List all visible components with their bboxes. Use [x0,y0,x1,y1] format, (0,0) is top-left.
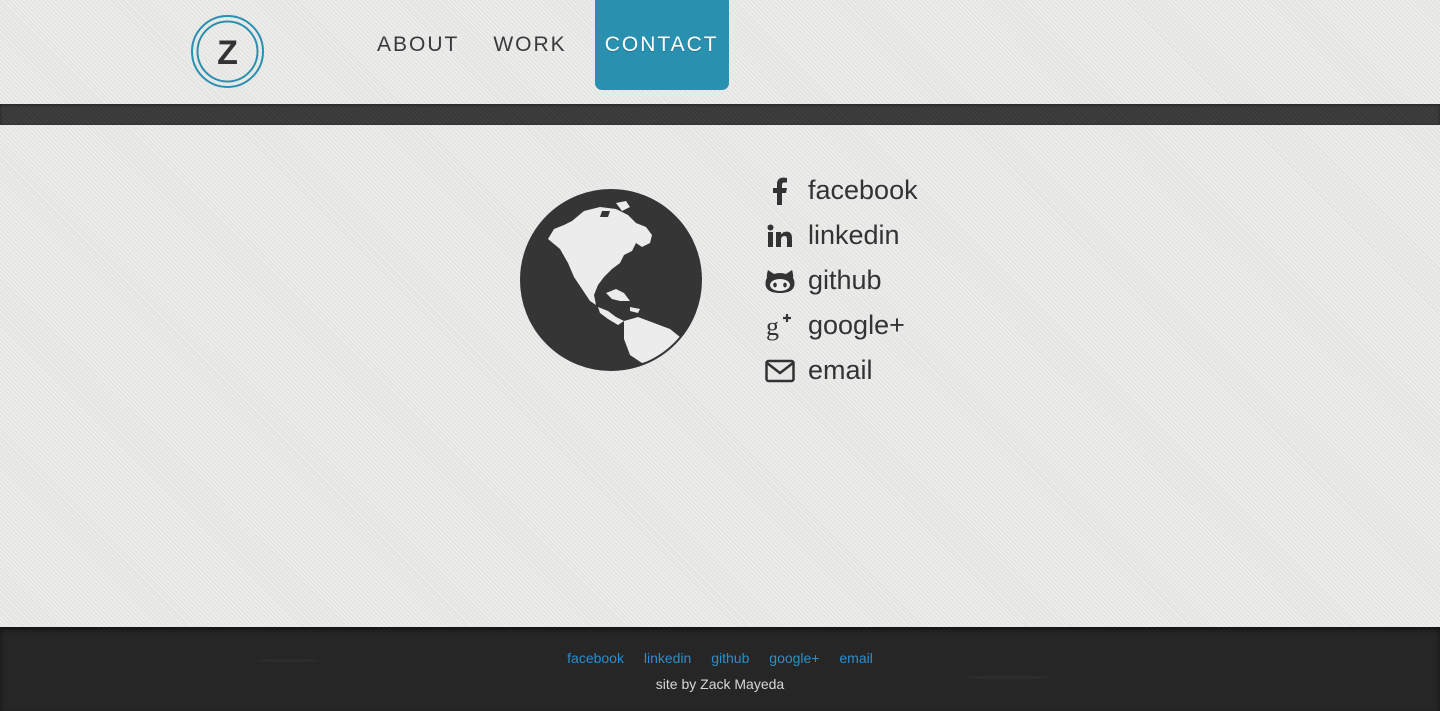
footer-link-google-plus[interactable]: google+ [769,650,819,666]
contact-label-email: email [808,355,873,385]
footer-link-linkedin[interactable]: linkedin [644,650,691,666]
github-icon [764,265,796,297]
footer: facebook linkedin github google+ email s… [0,627,1440,711]
linkedin-icon [764,220,796,252]
logo-icon: Z [191,15,264,88]
contact-github[interactable]: github [764,258,918,303]
contact-email[interactable]: email [764,348,918,393]
main-nav: ABOUT WORK CONTACT [360,0,729,90]
facebook-icon [764,175,796,207]
google-plus-icon: g [764,310,796,342]
footer-links: facebook linkedin github google+ email [0,650,1440,666]
contact-linkedin[interactable]: linkedin [764,213,918,258]
site-credit: site by Zack Mayeda [655,676,785,692]
footer-link-facebook[interactable]: facebook [567,650,624,666]
footer-link-github[interactable]: github [711,650,749,666]
nav-work[interactable]: WORK [476,0,583,90]
contact-label-linkedin: linkedin [808,220,900,250]
logo-z[interactable]: Z [190,14,265,89]
email-icon [764,355,796,387]
contact-google-plus[interactable]: g google+ [764,303,918,348]
nav-contact[interactable]: CONTACT [594,0,729,90]
contact-label-facebook: facebook [808,175,918,205]
contact-label-github: github [808,265,882,295]
header: Z ABOUT WORK CONTACT [0,0,1440,105]
contact-list: facebook linkedin github g google+ email [764,168,918,393]
logo-letter: Z [217,34,238,72]
globe-icon [520,189,702,371]
contact-label-google-plus: google+ [808,310,905,340]
contact-facebook[interactable]: facebook [764,168,918,213]
footer-link-email[interactable]: email [839,650,872,666]
svg-text:g: g [766,312,779,341]
header-divider-bar [0,104,1440,125]
nav-about[interactable]: ABOUT [360,0,476,90]
